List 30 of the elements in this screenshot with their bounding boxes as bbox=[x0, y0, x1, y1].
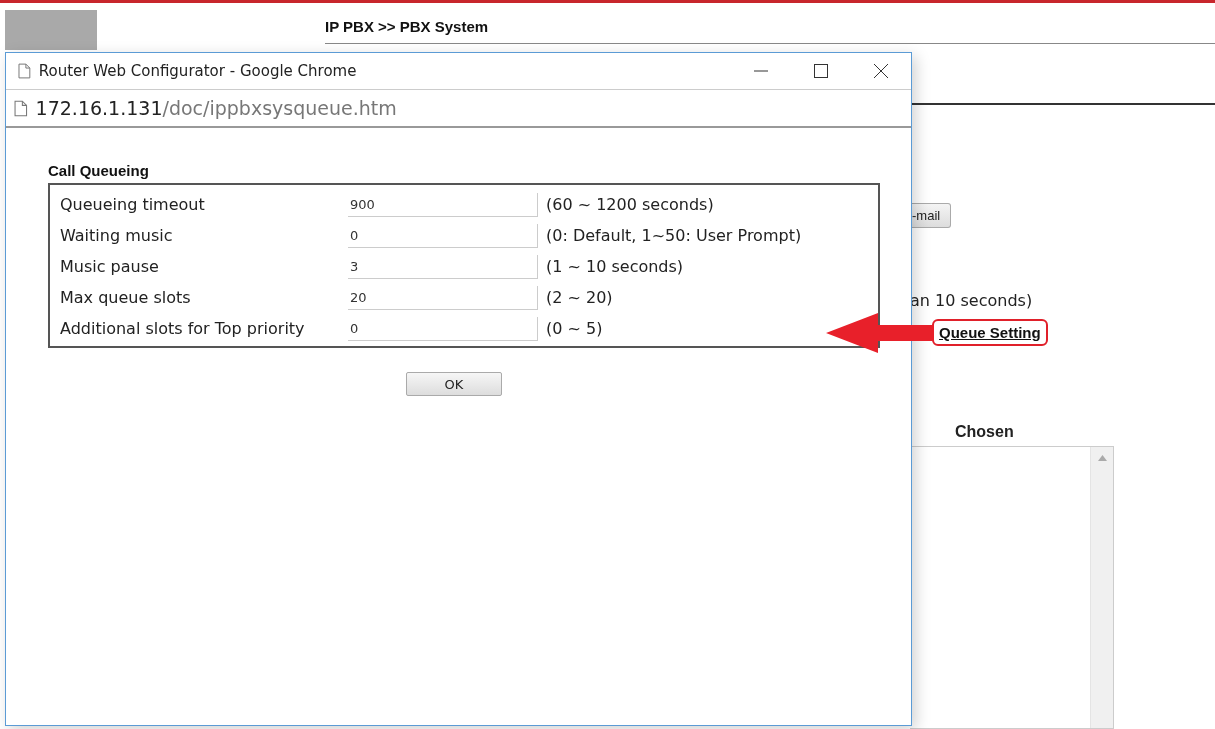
page-icon bbox=[18, 63, 31, 79]
scrollbar[interactable] bbox=[1090, 447, 1113, 728]
close-icon[interactable] bbox=[874, 64, 888, 78]
setting-label: Music pause bbox=[60, 257, 160, 276]
input-field[interactable]: 3 bbox=[348, 254, 538, 279]
setting-label: Queueing timeout bbox=[60, 195, 206, 214]
setting-label: Waiting music bbox=[60, 226, 174, 245]
section-title: Call Queueing bbox=[48, 162, 150, 179]
chosen-list[interactable] bbox=[910, 446, 1114, 729]
range-hint: (0: Default, 1~50: User Prompt) bbox=[546, 226, 803, 245]
setting-label: Max queue slots bbox=[60, 288, 192, 307]
window-title: Router Web Configurator - Google Chrome bbox=[38, 62, 358, 80]
email-button[interactable]: -mail bbox=[910, 203, 952, 228]
ok-button[interactable]: OK bbox=[406, 372, 502, 396]
input-field[interactable]: 0 bbox=[348, 223, 538, 248]
input-field[interactable]: 0 bbox=[348, 316, 538, 341]
scroll-up-icon[interactable] bbox=[1097, 455, 1107, 461]
page-icon bbox=[14, 99, 28, 117]
range-hint: (60 ~ 1200 seconds) bbox=[546, 195, 715, 214]
setting-label: Additional slots for Top priority bbox=[60, 319, 306, 338]
maximize-icon[interactable] bbox=[814, 64, 828, 78]
chosen-label: Chosen bbox=[955, 423, 1014, 441]
range-hint: (1 ~ 10 seconds) bbox=[546, 257, 685, 276]
minimize-icon[interactable] bbox=[754, 70, 768, 72]
address-text: 172.16.1.131/doc/ippbxsysqueue.htm bbox=[35, 97, 397, 119]
input-field[interactable]: 20 bbox=[348, 285, 538, 310]
range-hint: (2 ~ 20) bbox=[546, 288, 614, 307]
breadcrumb: IP PBX >> PBX System bbox=[325, 10, 1215, 44]
input-field[interactable]: 900 bbox=[348, 192, 538, 217]
range-hint: (0 ~ 5) bbox=[546, 319, 604, 338]
